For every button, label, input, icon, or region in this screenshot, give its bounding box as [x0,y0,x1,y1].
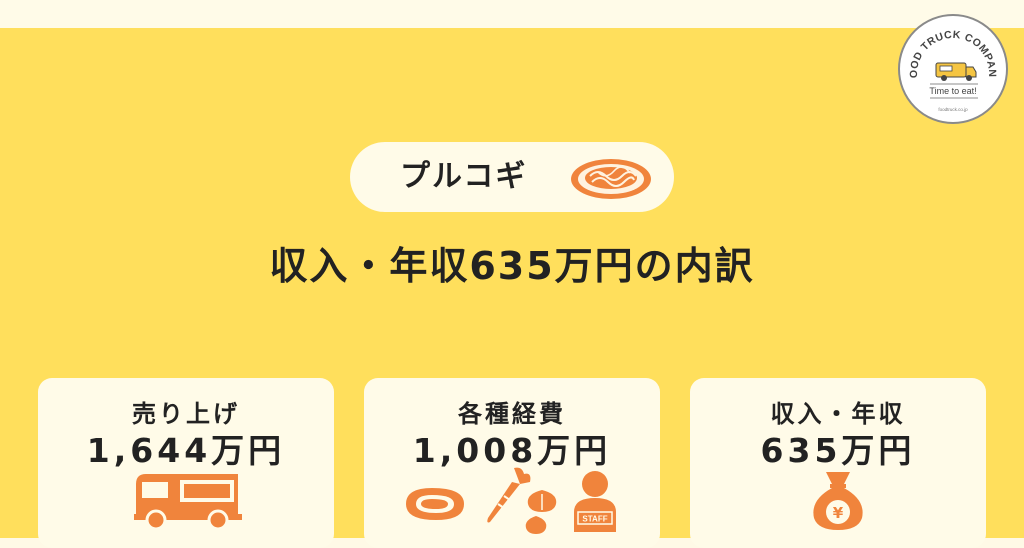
income-value: 635万円 [760,431,916,470]
sales-card: 売り上げ 1,644万円 [38,378,334,548]
top-strip [0,0,1024,28]
sales-value: 1,644万円 [86,431,286,470]
dish-name: プルコギ [400,159,528,194]
expenses-card: 各種経費 1,008万円 STAFF [364,378,660,548]
staff-text: STAFF [582,515,607,524]
brand-tagline: Time to eat! [929,86,976,96]
page-title: 収入・年収635万円の内訳 [269,244,755,288]
truck-logo-icon [935,62,977,81]
income-card: 収入・年収 635万円 ¥ [690,378,986,548]
staff-icon: STAFF [574,471,616,532]
brand-logo: FOOD TRUCK COMPANY Time to eat! foodtruc… [898,14,1008,124]
garlic-icon [525,482,557,534]
meat-icon [406,488,464,520]
yen-symbol: ¥ [833,504,844,522]
dish-pill: プルコギ [350,142,674,212]
money-bag-icon: ¥ [813,472,863,530]
pasta-plate-icon [571,159,651,199]
food-truck-icon [134,474,242,530]
brand-url: foodtruck.co.jp [938,107,968,112]
